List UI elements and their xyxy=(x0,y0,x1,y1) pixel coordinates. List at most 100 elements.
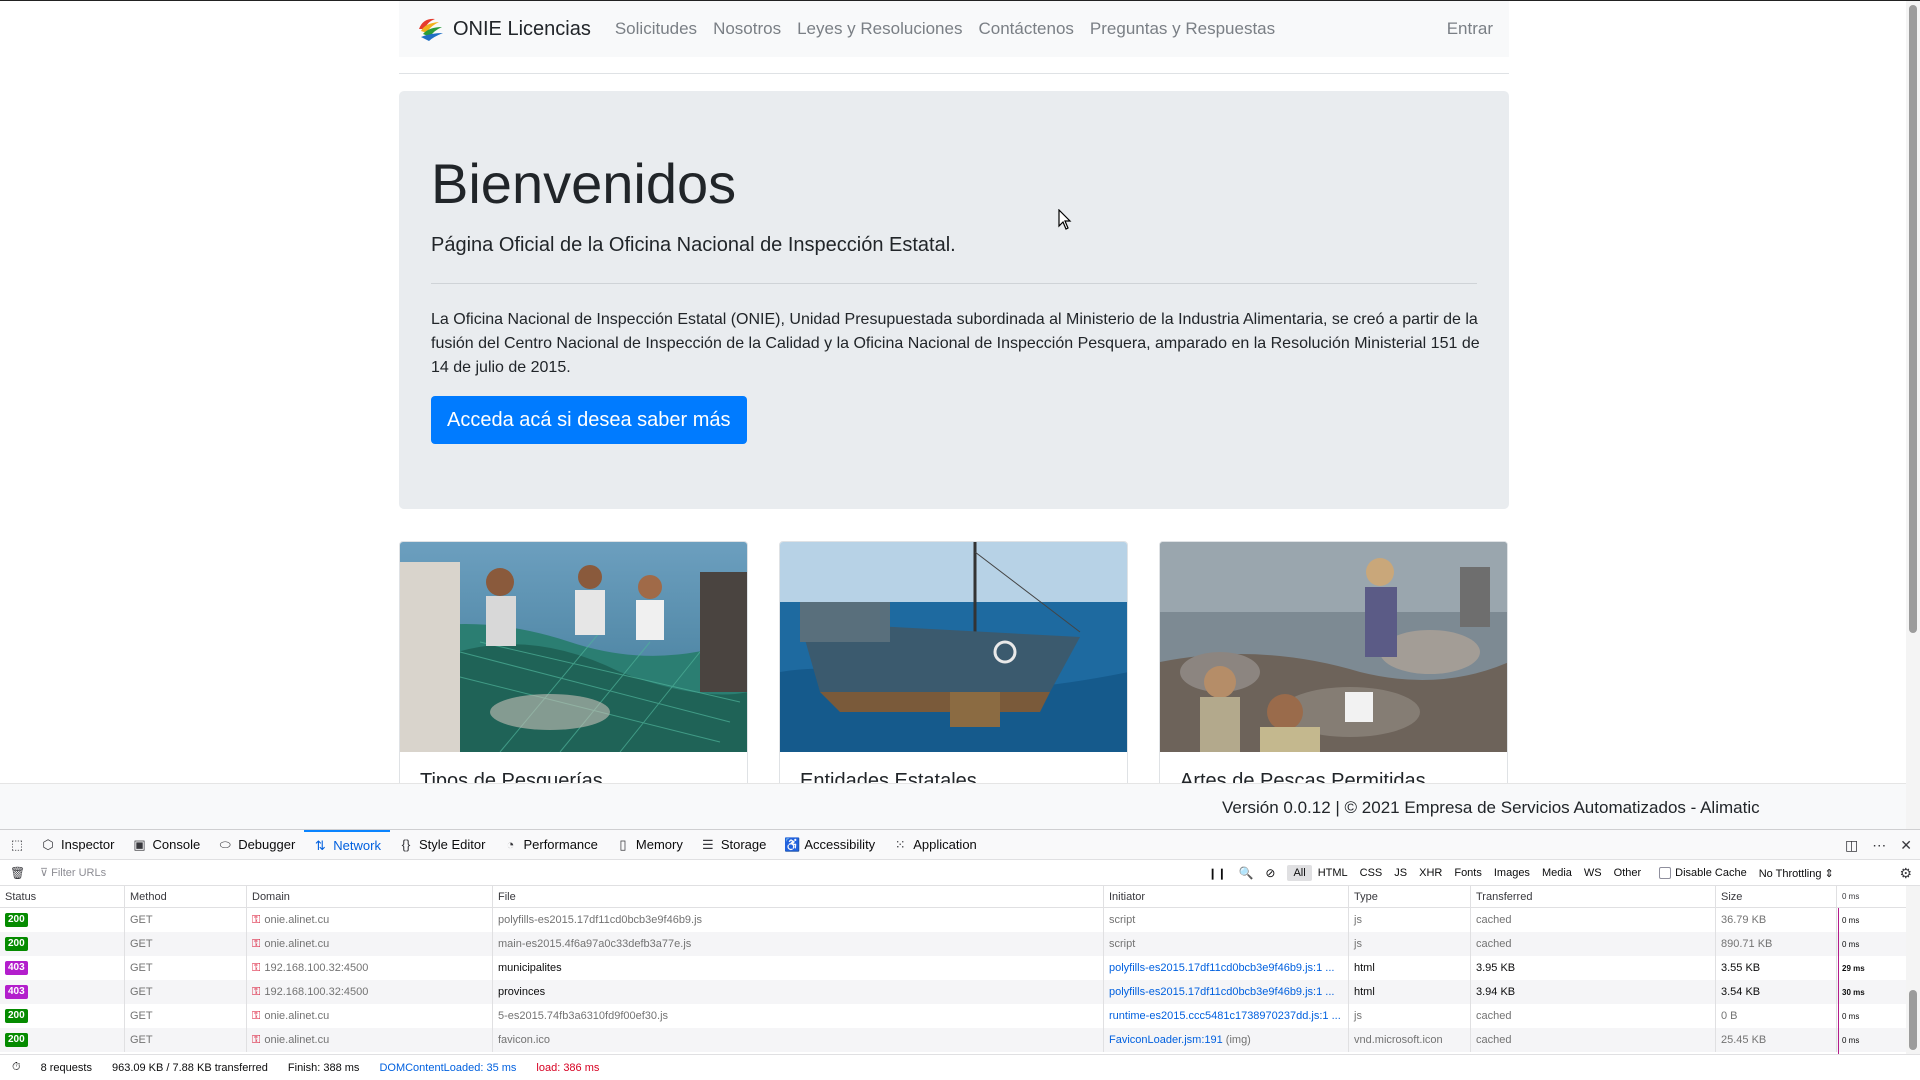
filter-html[interactable]: HTML xyxy=(1312,865,1354,881)
throttling-select[interactable]: No Throttling ⇕ xyxy=(1759,867,1834,880)
footer-text: Versión 0.0.12 | © 2021 Empresa de Servi… xyxy=(1222,798,1760,817)
col-header-file[interactable]: File xyxy=(492,886,1103,907)
nav-link-solicitudes[interactable]: Solicitudes xyxy=(607,19,705,39)
cell-initiator: runtime-es2015.ccc5481c1738970237dd.js:1… xyxy=(1103,1004,1348,1028)
fishermen-net-image xyxy=(400,542,747,752)
cell-size: 890.71 KB xyxy=(1715,932,1836,956)
page-scrollbar[interactable] xyxy=(1906,1,1920,829)
devtools-window-controls: ◫ ⋯ ✕ xyxy=(1845,830,1912,860)
col-header-waterfall[interactable]: 0 ms xyxy=(1836,886,1906,907)
dock-side-icon[interactable]: ◫ xyxy=(1845,837,1858,854)
col-header-initiator[interactable]: Initiator xyxy=(1103,886,1348,907)
col-header-status[interactable]: Status xyxy=(0,886,124,907)
cell-file: provinces xyxy=(492,980,1103,1004)
requests-scrollbar[interactable] xyxy=(1906,886,1920,1054)
disable-cache-checkbox[interactable]: Disable Cache xyxy=(1659,867,1747,879)
brand-name: ONIE Licencias xyxy=(453,17,591,40)
col-header-size[interactable]: Size xyxy=(1715,886,1836,907)
filter-js[interactable]: JS xyxy=(1388,865,1413,881)
page-scrollbar-thumb[interactable] xyxy=(1909,5,1917,633)
cell-type: html xyxy=(1348,956,1470,980)
tab-inspector[interactable]: ⬡ Inspector xyxy=(32,830,123,860)
filter-xhr[interactable]: XHR xyxy=(1413,865,1448,881)
cell-file: municipalites xyxy=(492,956,1103,980)
col-header-method[interactable]: Method xyxy=(124,886,246,907)
login-link[interactable]: Entrar xyxy=(1447,19,1493,39)
tab-debugger[interactable]: ⬭ Debugger xyxy=(209,830,304,860)
filter-images[interactable]: Images xyxy=(1488,865,1536,881)
element-picker-button[interactable]: ⬚ xyxy=(0,830,32,860)
cell-file: favicon.ico xyxy=(492,1028,1103,1052)
network-toolbar: 🗑 ⊽ Filter URLs ❙❙ 🔍 ⊘ All HTML CSS JS X… xyxy=(0,860,1920,886)
cell-transferred: cached xyxy=(1470,932,1715,956)
cell-type: js xyxy=(1348,932,1470,956)
status-badge: 403 xyxy=(5,961,28,975)
search-icon[interactable]: 🔍 xyxy=(1238,866,1253,880)
initiator-text[interactable]: polyfills-es2015.17df11cd0bcb3e9f46b9.js… xyxy=(1109,986,1334,998)
cell-status: 200 xyxy=(0,908,124,932)
nav-link-preguntas[interactable]: Preguntas y Respuestas xyxy=(1082,19,1283,39)
close-icon[interactable]: ✕ xyxy=(1900,837,1912,854)
cell-size: 25.45 KB xyxy=(1715,1028,1836,1052)
tab-memory[interactable]: ▯ Memory xyxy=(607,830,692,860)
request-count: 8 requests xyxy=(40,1061,92,1074)
filter-all[interactable]: All xyxy=(1287,865,1312,881)
domain-text: 192.168.100.32:4500 xyxy=(264,986,369,998)
nav-divider xyxy=(399,73,1509,74)
block-icon[interactable]: ⊘ xyxy=(1265,866,1275,880)
table-row[interactable]: 200 GET ⚿ onie.alinet.cu polyfills-es2015.17… xyxy=(0,908,1920,932)
filter-other[interactable]: Other xyxy=(1608,865,1648,881)
table-row[interactable]: 403 GET ⚿ 192.168.100.32:4500 municipalites p… xyxy=(0,956,1920,980)
navbar: ONIE Licencias Solicitudes Nosotros Leye… xyxy=(399,1,1509,57)
filter-urls-input[interactable]: ⊽ Filter URLs xyxy=(40,866,106,879)
table-row[interactable]: 403 GET ⚿ 192.168.100.32:4500 provinces polyf… xyxy=(0,980,1920,1004)
more-options-icon[interactable]: ⋯ xyxy=(1872,837,1886,854)
nav-link-leyes[interactable]: Leyes y Resoluciones xyxy=(789,19,970,39)
table-row[interactable]: 200 GET ⚿ onie.alinet.cu favicon.ico FaviconL… xyxy=(0,1028,1920,1052)
filter-fonts[interactable]: Fonts xyxy=(1448,865,1488,881)
col-header-domain[interactable]: Domain xyxy=(246,886,492,907)
tab-application[interactable]: ⁙ Application xyxy=(884,830,986,860)
network-icon: ⇅ xyxy=(314,837,326,853)
cell-method: GET xyxy=(124,1004,246,1028)
brand[interactable]: ONIE Licencias xyxy=(415,15,591,43)
cell-domain: ⚿ 192.168.100.32:4500 xyxy=(246,956,492,980)
initiator-text[interactable]: FaviconLoader.jsm:191 xyxy=(1109,1034,1223,1046)
hero-jumbotron: Bienvenidos Página Oficial de la Oficina… xyxy=(399,91,1509,509)
cell-domain: ⚿ onie.alinet.cu xyxy=(246,908,492,932)
filter-ws[interactable]: WS xyxy=(1578,865,1608,881)
dom-content-loaded: DOMContentLoaded: 35 ms xyxy=(379,1061,517,1074)
table-row[interactable]: 200 GET ⚿ onie.alinet.cu 5-es2015.74fb3a6310… xyxy=(0,1004,1920,1028)
initiator-text[interactable]: runtime-es2015.ccc5481c1738970237dd.js:1… xyxy=(1109,1010,1341,1022)
insecure-lock-icon: ⚿ xyxy=(252,1009,261,1022)
settings-gear-icon[interactable]: ⚙ xyxy=(1899,865,1912,882)
tab-accessibility[interactable]: ♿ Accessibility xyxy=(775,830,884,860)
tab-network[interactable]: ⇅ Network xyxy=(304,829,390,860)
cell-transferred: 3.95 KB xyxy=(1470,956,1715,980)
col-header-type[interactable]: Type xyxy=(1348,886,1470,907)
nav-link-nosotros[interactable]: Nosotros xyxy=(705,19,789,39)
pause-icon[interactable]: ❙❙ xyxy=(1208,867,1226,880)
page-footer: Versión 0.0.12 | © 2021 Empresa de Servi… xyxy=(0,783,1906,829)
col-header-transferred[interactable]: Transferred xyxy=(1470,886,1715,907)
cell-size: 36.79 KB xyxy=(1715,908,1836,932)
learn-more-button[interactable]: Acceda acá si desea saber más xyxy=(431,396,747,444)
devtools-tabbar: ⬚ ⬡ Inspector ▣ Console ⬭ Debugger ⇅ Network… xyxy=(0,829,1920,860)
tab-style-editor[interactable]: {} Style Editor xyxy=(390,830,494,860)
initiator-text[interactable]: polyfills-es2015.17df11cd0bcb3e9f46b9.js… xyxy=(1109,962,1334,974)
table-row[interactable]: 200 GET ⚿ onie.alinet.cu main-es2015.4f6a97a… xyxy=(0,932,1920,956)
cell-file: polyfills-es2015.17df11cd0bcb3e9f46b9.js xyxy=(492,908,1103,932)
transferred-total: 963.09 KB / 7.88 KB transferred xyxy=(111,1061,268,1074)
console-icon: ▣ xyxy=(133,836,146,852)
waterfall-time: 0 ms xyxy=(1842,939,1860,949)
filter-media[interactable]: Media xyxy=(1536,865,1578,881)
nav-link-contactenos[interactable]: Contáctenos xyxy=(970,19,1081,39)
clear-log-icon[interactable]: 🗑 xyxy=(10,866,25,880)
tab-storage[interactable]: ☰ Storage xyxy=(692,830,776,860)
tab-performance[interactable]: ◔ Performance xyxy=(494,830,606,860)
type-filters: All HTML CSS JS XHR Fonts Images Media W… xyxy=(1287,865,1647,881)
requests-scrollbar-thumb[interactable] xyxy=(1909,990,1917,1050)
cell-type: js xyxy=(1348,908,1470,932)
filter-css[interactable]: CSS xyxy=(1354,865,1389,881)
tab-console[interactable]: ▣ Console xyxy=(123,830,209,860)
